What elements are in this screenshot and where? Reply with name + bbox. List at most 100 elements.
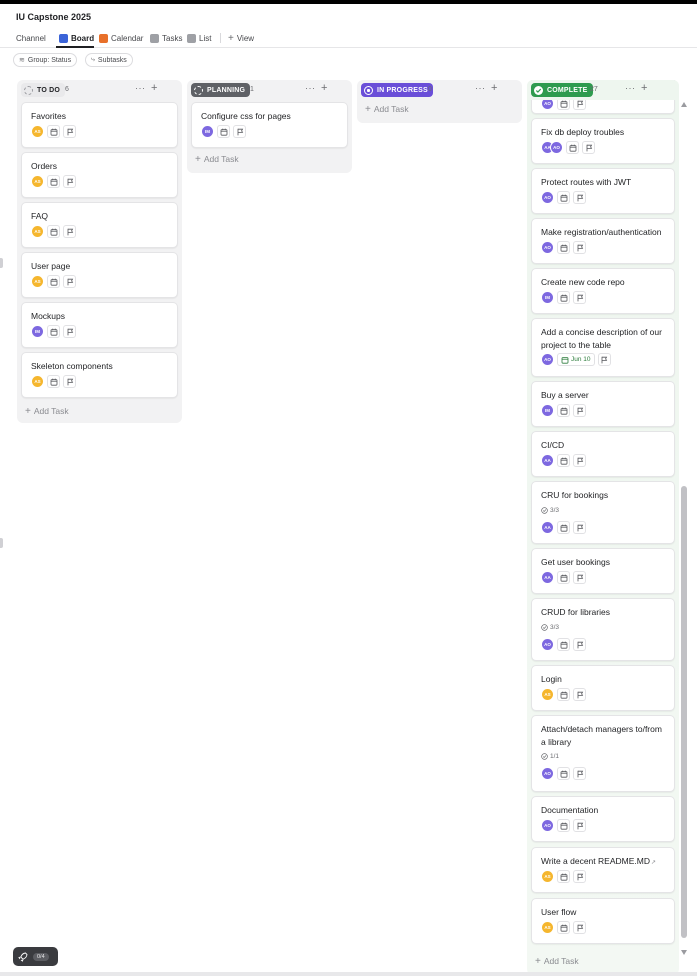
task-title[interactable]: Buy a server <box>541 389 666 402</box>
due-date-button[interactable] <box>557 688 570 701</box>
task-title[interactable]: Write a decent README.MD↗ <box>541 855 666 870</box>
task-title[interactable]: Get user bookings <box>541 556 666 569</box>
priority-button[interactable] <box>573 454 586 467</box>
task-card[interactable]: Add a concise description of our project… <box>531 318 675 377</box>
assignee-avatar[interactable]: IM <box>201 125 214 138</box>
priority-button[interactable] <box>573 404 586 417</box>
task-card[interactable]: CI/CD AA <box>531 431 675 477</box>
task-title[interactable]: User page <box>31 260 169 273</box>
priority-button[interactable] <box>233 125 246 138</box>
assignee-avatar[interactable]: AO <box>541 353 554 366</box>
task-card[interactable]: Fix db deploy troubles AA AO <box>531 118 675 164</box>
priority-button[interactable] <box>573 767 586 780</box>
scrollbar-thumb[interactable] <box>681 486 687 938</box>
due-date-button[interactable] <box>557 571 570 584</box>
due-date-button[interactable] <box>557 767 570 780</box>
assignee-avatar[interactable]: IM <box>541 404 554 417</box>
due-date-button[interactable] <box>557 404 570 417</box>
assignee-avatar[interactable]: IM <box>541 291 554 304</box>
status-pill[interactable]: COMPLETE <box>531 83 593 97</box>
scroll-up-arrow[interactable] <box>681 102 687 107</box>
subtasks-button[interactable]: ⤷ Subtasks <box>85 53 133 67</box>
due-date-button[interactable] <box>557 819 570 832</box>
due-date-button[interactable] <box>217 125 230 138</box>
task-card[interactable]: Configure css for pages IM <box>191 102 348 148</box>
task-card[interactable]: Skeleton components AS <box>21 352 178 398</box>
add-task-button[interactable]: + Add Task <box>535 956 579 967</box>
due-date-button[interactable] <box>47 175 60 188</box>
scroll-down-arrow[interactable] <box>681 950 687 955</box>
task-card[interactable]: Create new code repo IM <box>531 268 675 314</box>
task-card[interactable]: Login AS <box>531 665 675 711</box>
assignee-avatar[interactable]: AS <box>31 125 44 138</box>
task-title[interactable]: CRU for bookings <box>541 489 666 502</box>
add-task-plus-icon[interactable]: + <box>641 82 647 94</box>
task-title[interactable]: Favorites <box>31 110 169 123</box>
priority-button[interactable] <box>573 521 586 534</box>
add-task-button[interactable]: + Add Task <box>25 406 69 417</box>
assignee-avatar[interactable]: AO <box>541 191 554 204</box>
task-title[interactable]: Make registration/authentication <box>541 226 666 239</box>
priority-button[interactable] <box>573 688 586 701</box>
task-title[interactable]: Create new code repo <box>541 276 666 289</box>
priority-button[interactable] <box>573 571 586 584</box>
priority-button[interactable] <box>573 191 586 204</box>
tab-board[interactable]: Board <box>59 30 94 46</box>
task-card[interactable]: CRU for bookings 3/3 AA <box>531 481 675 544</box>
task-title[interactable]: Documentation <box>541 804 666 817</box>
tab-list[interactable]: List <box>187 30 211 46</box>
due-date-button[interactable] <box>557 638 570 651</box>
priority-button[interactable] <box>63 225 76 238</box>
priority-button[interactable] <box>573 291 586 304</box>
tab-calendar[interactable]: Calendar <box>99 30 143 46</box>
task-title[interactable]: Configure css for pages <box>201 110 339 123</box>
assignee-avatar[interactable]: AO <box>550 141 563 154</box>
priority-button[interactable] <box>63 175 76 188</box>
priority-button[interactable] <box>597 353 611 366</box>
assignee-avatar[interactable]: AO <box>541 819 554 832</box>
assignee-avatar[interactable]: AS <box>541 870 554 883</box>
due-date-button[interactable] <box>557 454 570 467</box>
due-date-button[interactable] <box>557 921 570 934</box>
task-title[interactable]: Mockups <box>31 310 169 323</box>
assignee-avatar[interactable]: AS <box>541 921 554 934</box>
tab-tasks[interactable]: Tasks <box>150 30 182 46</box>
assignee-avatar[interactable]: AO <box>541 638 554 651</box>
due-date-button[interactable] <box>47 225 60 238</box>
assignee-avatar[interactable]: AA <box>541 521 554 534</box>
task-title[interactable]: Skeleton components <box>31 360 169 373</box>
due-date-button[interactable] <box>47 125 60 138</box>
priority-button[interactable] <box>573 870 586 883</box>
assignee-avatar[interactable]: AS <box>31 175 44 188</box>
task-title[interactable]: CRUD for libraries <box>541 606 666 619</box>
task-card[interactable]: Make registration/authentication AO <box>531 218 675 264</box>
task-card[interactable]: Documentation AO <box>531 796 675 842</box>
priority-button[interactable] <box>582 141 595 154</box>
assignee-avatar[interactable]: AA <box>541 454 554 467</box>
task-card[interactable]: CRUD for libraries 3/3 AO <box>531 598 675 661</box>
priority-button[interactable] <box>573 819 586 832</box>
assignee-avatar[interactable]: IM <box>31 325 44 338</box>
priority-button[interactable] <box>63 275 76 288</box>
external-link-icon[interactable]: ↗ <box>651 860 656 866</box>
left-panel-handle[interactable] <box>0 258 3 268</box>
task-card[interactable]: Buy a server IM <box>531 381 675 427</box>
priority-button[interactable] <box>573 638 586 651</box>
tab-channel[interactable]: Channel <box>16 30 46 46</box>
due-date-button[interactable] <box>47 275 60 288</box>
task-title[interactable]: Add a concise description of our project… <box>541 326 666 352</box>
task-card[interactable]: Orders AS <box>21 152 178 198</box>
due-date-button[interactable] <box>557 291 570 304</box>
assignee-avatar[interactable]: AA <box>541 571 554 584</box>
task-title[interactable]: CI/CD <box>541 439 666 452</box>
task-title[interactable]: Orders <box>31 160 169 173</box>
priority-button[interactable] <box>573 241 586 254</box>
task-card[interactable]: Mockups IM <box>21 302 178 348</box>
task-title[interactable]: Attach/detach managers to/from a library <box>541 723 666 749</box>
due-date[interactable]: Jun 10 <box>557 353 595 366</box>
task-card[interactable]: FAQ AS <box>21 202 178 248</box>
add-task-button[interactable]: + Add Task <box>195 154 239 165</box>
due-date-button[interactable] <box>557 241 570 254</box>
more-options-icon[interactable]: ··· <box>625 83 636 93</box>
priority-button[interactable] <box>63 325 76 338</box>
